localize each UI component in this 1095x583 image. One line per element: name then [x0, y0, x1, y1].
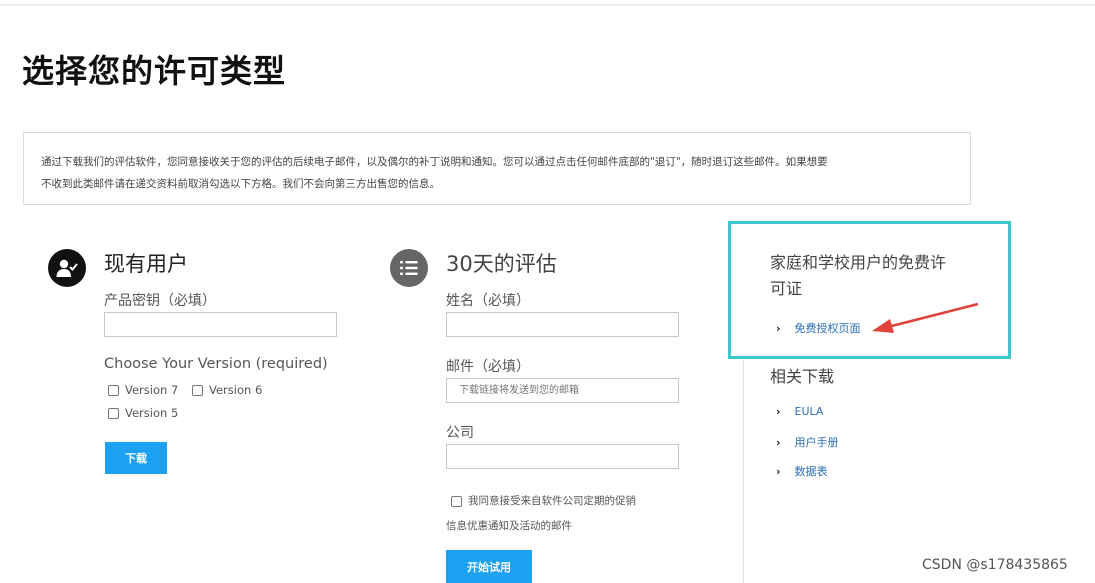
trial-title: 30天的评估 [446, 252, 557, 276]
related-downloads-title: 相关下载 [770, 367, 835, 386]
checklist-icon [390, 249, 428, 287]
version-6-label: Version 6 [209, 383, 263, 397]
chevron-right-icon: › [776, 464, 781, 478]
download-link-datasheet[interactable]: › 数据表 [776, 463, 828, 479]
chevron-right-icon: › [776, 435, 781, 449]
company-input[interactable] [446, 444, 679, 469]
chevron-right-icon: › [776, 321, 781, 335]
column-divider [743, 360, 744, 583]
free-title-line-1: 家庭和学校用户的免费许 [770, 253, 947, 272]
version-label: Choose Your Version (required) [104, 356, 328, 372]
notice-line-1: 通过下载我们的评估软件，您同意接收关于您的评估的后续电子邮件，以及偶尔的补丁说明… [41, 156, 828, 168]
manual-link-label[interactable]: 用户手册 [795, 434, 839, 450]
consent-line-1: 我同意接受来自软件公司定期的促销 [468, 495, 636, 507]
page-title: 选择您的许可类型 [22, 52, 287, 90]
csdn-watermark: CSDN @s178435865 [922, 557, 1068, 573]
existing-user-title: 现有用户 [104, 252, 188, 276]
name-label: 姓名（必填） [446, 293, 530, 309]
company-label: 公司 [446, 425, 474, 441]
email-label: 邮件（必填） [446, 359, 530, 375]
free-license-title: 家庭和学校用户的免费许 可证 [770, 250, 970, 302]
email-notice: 通过下载我们的评估软件，您同意接收关于您的评估的后续电子邮件，以及偶尔的补丁说明… [23, 132, 971, 205]
download-button[interactable]: 下载 [105, 442, 167, 474]
version-7-label: Version 7 [125, 383, 179, 397]
red-arrow-icon [872, 302, 979, 333]
version-5-checkbox[interactable]: Version 5 [108, 406, 178, 420]
free-license-link-label[interactable]: 免费授权页面 [795, 320, 861, 336]
chevron-right-icon: › [776, 405, 781, 418]
consent-line-2: 信息优惠通知及活动的邮件 [446, 520, 572, 532]
version-5-label: Version 5 [125, 406, 179, 420]
download-link-manual[interactable]: › 用户手册 [776, 434, 839, 450]
user-check-icon [48, 249, 86, 287]
product-key-label: 产品密钥（必填） [104, 293, 216, 309]
consent-block: 我同意接受来自软件公司定期的促销 信息优惠通知及活动的邮件 [446, 489, 686, 539]
name-input[interactable] [446, 312, 679, 337]
checkbox-box[interactable] [192, 384, 203, 396]
free-license-link[interactable]: › 免费授权页面 [776, 320, 861, 336]
product-key-input[interactable] [104, 312, 337, 337]
free-title-line-2: 可证 [770, 279, 803, 298]
version-6-checkbox[interactable]: Version 6 [192, 383, 262, 397]
notice-line-2: 不收到此类邮件请在递交资料前取消勾选以下方格。我们不会向第三方出售您的信息。 [41, 178, 440, 190]
start-trial-button[interactable]: 开始试用 [446, 550, 532, 583]
datasheet-link-label[interactable]: 数据表 [795, 463, 828, 479]
download-link-eula[interactable]: › EULA [776, 405, 823, 418]
consent-checkbox[interactable] [451, 496, 462, 507]
eula-link-label[interactable]: EULA [795, 405, 824, 418]
email-input[interactable] [446, 378, 679, 403]
checkbox-box[interactable] [108, 407, 119, 419]
version-7-checkbox[interactable]: Version 7 [108, 383, 178, 397]
top-divider [0, 4, 1095, 6]
checkbox-box[interactable] [108, 384, 119, 396]
